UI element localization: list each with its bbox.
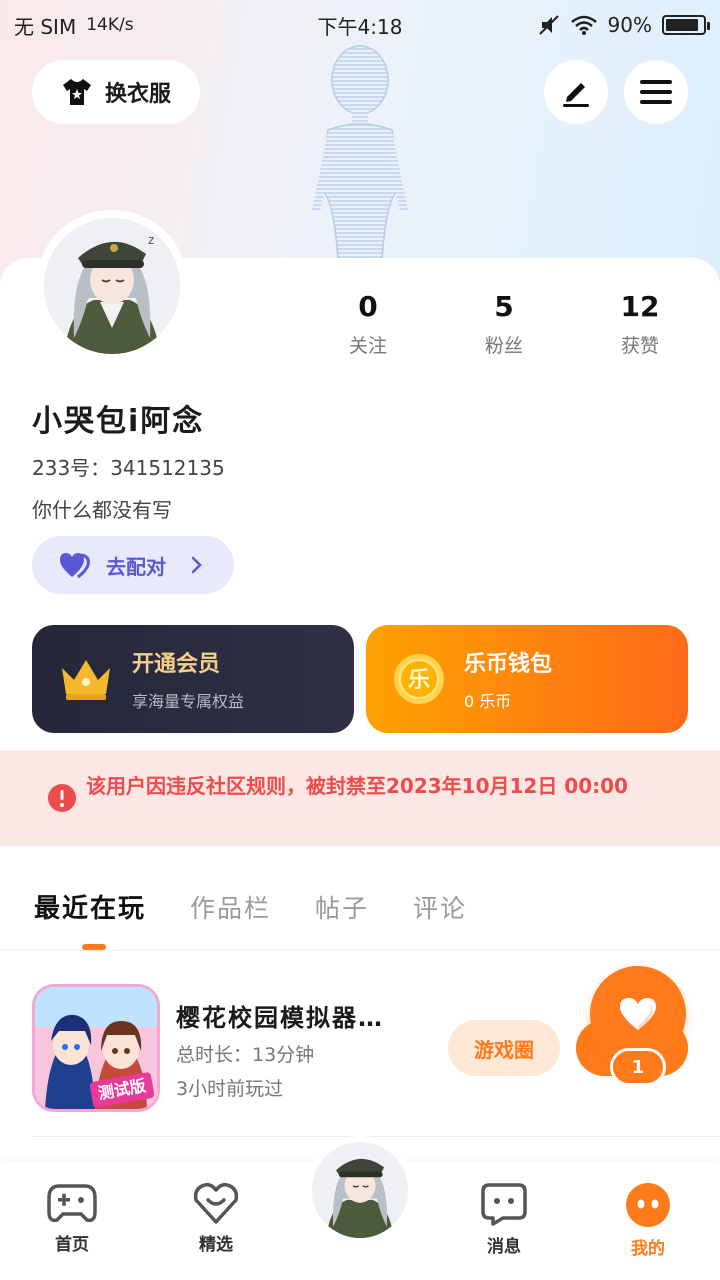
wallet-balance: 0 乐币 (464, 692, 512, 711)
center-avatar-button[interactable] (306, 1136, 414, 1244)
change-outfit-label: 换衣服 (104, 82, 171, 107)
svg-text:z: z (156, 226, 161, 237)
username: 小哭包i阿念 (32, 404, 205, 439)
edit-profile-button[interactable] (544, 60, 608, 124)
game-last-played: 3小时前玩过 (176, 1078, 284, 1100)
avatar[interactable]: z z (36, 210, 188, 362)
coin-icon: 乐 (394, 654, 444, 704)
svg-text:z: z (148, 233, 154, 247)
gamepad-icon (47, 1184, 97, 1223)
heart-pair-icon (60, 553, 90, 579)
game-circle-button[interactable]: 游戏圈 (448, 1020, 560, 1076)
user-id-label: 233号： (32, 456, 111, 480)
profile-tabs: 最近在玩 作品栏 帖子 评论 (34, 888, 467, 925)
game-title: 樱花校园模拟器… (176, 1004, 384, 1032)
clock: 下午4:18 (317, 14, 403, 39)
tab-recent-played[interactable]: 最近在玩 (34, 888, 146, 925)
hamburger-menu-icon (640, 80, 672, 104)
divider (32, 1136, 720, 1137)
battery-icon (662, 15, 710, 35)
vip-membership-card[interactable]: 开通会员 享海量专属权益 (32, 625, 354, 733)
coin-badge-text: 乐 (408, 668, 430, 693)
stat-label: 关注 (348, 335, 387, 357)
game-cover-image: 测试版 (35, 987, 157, 1109)
stat-value: 5 (494, 290, 514, 323)
user-id-value: 341512135 (110, 456, 225, 480)
coin-wallet-card[interactable]: 乐 乐币钱包 0 乐币 (366, 625, 688, 733)
stat-label: 粉丝 (484, 335, 523, 357)
nav-label: 首页 (55, 1235, 89, 1255)
like-count-badge: 1 (610, 1048, 666, 1086)
battery-percent: 90% (607, 13, 652, 37)
tab-comments[interactable]: 评论 (413, 889, 467, 925)
message-icon (481, 1183, 527, 1226)
match-label: 去配对 (106, 554, 166, 579)
game-play-time: 总时长：13分钟 (176, 1044, 315, 1066)
wallet-title: 乐币钱包 (464, 652, 553, 677)
stat-value: 0 (358, 290, 378, 323)
heart-icon (620, 998, 656, 1030)
divider (0, 950, 720, 951)
vip-title: 开通会员 (132, 652, 221, 677)
tshirt-icon (62, 79, 91, 105)
network-speed: 14K/s (86, 15, 134, 35)
nav-label: 我的 (631, 1239, 665, 1259)
status-bar: 无 SIM 14K/s 下午4:18 90% (0, 0, 720, 50)
ban-notice-text: 该用户因违反社区规则，被封禁至2023年10月12日 00:00 (86, 774, 628, 798)
stat-following[interactable]: 0 关注 (300, 290, 436, 358)
alert-icon (48, 784, 76, 812)
stat-value: 12 (620, 290, 660, 323)
profile-stats: 0 关注 5 粉丝 12 获赞 (300, 290, 720, 358)
menu-button[interactable] (624, 60, 688, 124)
carrier-text: 无 SIM (14, 14, 77, 39)
stat-fans[interactable]: 5 粉丝 (436, 290, 572, 358)
nav-label: 精选 (199, 1235, 233, 1255)
game-icon[interactable]: 测试版 (32, 984, 160, 1112)
crown-icon (62, 660, 110, 700)
wifi-icon (570, 15, 597, 35)
user-bio: 你什么都没有写 (32, 498, 172, 522)
mute-icon (538, 15, 559, 35)
chevron-right-icon (191, 556, 202, 574)
nav-profile[interactable]: 我的 (576, 1162, 720, 1280)
tab-works[interactable]: 作品栏 (190, 889, 271, 925)
avatar-image (312, 1142, 408, 1238)
change-outfit-button[interactable]: 换衣服 (32, 60, 200, 124)
user-id: 233号：341512135 (32, 452, 225, 481)
stat-label: 获赞 (620, 335, 659, 357)
profile-face-icon (626, 1183, 670, 1227)
match-button[interactable]: 去配对 (32, 536, 234, 594)
nav-featured[interactable]: 精选 (144, 1162, 288, 1280)
stat-likes[interactable]: 12 获赞 (572, 290, 708, 358)
pen-icon (563, 83, 589, 107)
nav-messages[interactable]: 消息 (432, 1162, 576, 1280)
avatar-image: z z (44, 218, 180, 354)
nav-home[interactable]: 首页 (0, 1162, 144, 1280)
heart-box-icon (193, 1182, 239, 1224)
vip-subtitle: 享海量专属权益 (132, 692, 245, 711)
ban-notice: 该用户因违反社区规则，被封禁至2023年10月12日 00:00 (0, 750, 720, 846)
nav-label: 消息 (487, 1237, 521, 1257)
tab-posts[interactable]: 帖子 (315, 889, 369, 925)
